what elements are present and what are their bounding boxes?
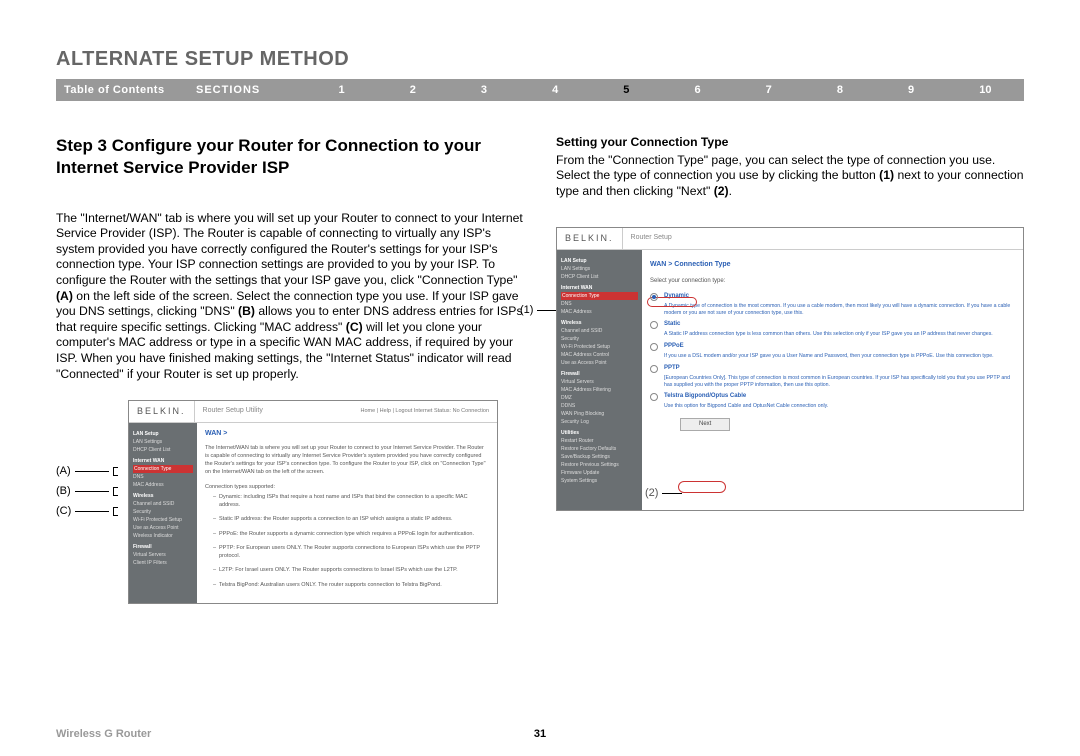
page-footer: Wireless G Router 31 <box>56 728 1024 740</box>
shot2-title: Router Setup <box>623 234 672 243</box>
screenshot-wan-overview: BELKIN. Router Setup Utility Home | Help… <box>128 400 498 604</box>
screenshot-1-wrapper: (A) (B) (C) BELKIN. Router Setup Utility… <box>56 400 524 604</box>
callout-c: (C) <box>56 504 118 518</box>
radio-dynamic[interactable] <box>650 293 658 301</box>
shot1-title: Router Setup Utility <box>195 407 263 416</box>
nav-section-7[interactable]: 7 <box>766 84 772 96</box>
nav-section-8[interactable]: 8 <box>837 84 843 96</box>
callout-1: (1) <box>520 303 557 317</box>
shot2-sidebar: LAN SetupLAN SettingsDHCP Client ListInt… <box>557 250 642 510</box>
left-column: Step 3 Configure your Router for Connect… <box>56 135 524 604</box>
shot2-main: WAN > Connection Type Select your connec… <box>642 250 1023 510</box>
nav-section-2[interactable]: 2 <box>410 84 416 96</box>
callout-b: (B) <box>56 484 118 498</box>
footer-product: Wireless G Router <box>56 728 151 740</box>
nav-section-1[interactable]: 1 <box>339 84 345 96</box>
section-nav: Table of Contents SECTIONS 1 2 3 4 5 6 7 8 9 10 <box>56 79 1024 101</box>
right-paragraph: From the "Connection Type" page, you can… <box>556 153 1024 200</box>
nav-section-6[interactable]: 6 <box>694 84 700 96</box>
nav-section-10[interactable]: 10 <box>979 84 991 96</box>
nav-toc[interactable]: Table of Contents <box>56 84 196 96</box>
radio-static[interactable] <box>650 321 658 329</box>
nav-section-4[interactable]: 4 <box>552 84 558 96</box>
callout-a: (A) <box>56 464 118 478</box>
radio-telstra-bigpond-optus-cable[interactable] <box>650 393 658 401</box>
belkin-logo: BELKIN. <box>129 401 195 422</box>
nav-sections-label: SECTIONS <box>196 84 306 96</box>
nav-section-9[interactable]: 9 <box>908 84 914 96</box>
footer-page-number: 31 <box>534 728 546 740</box>
right-subhead: Setting your Connection Type <box>556 135 1024 151</box>
highlight-ring-2 <box>678 481 726 493</box>
page-title: ALTERNATE SETUP METHOD <box>56 48 1024 71</box>
right-column: Setting your Connection Type From the "C… <box>556 135 1024 604</box>
shot1-main: WAN > The Internet/WAN tab is where you … <box>197 423 497 603</box>
nav-section-5[interactable]: 5 <box>623 84 629 96</box>
shot1-sidebar: LAN SetupLAN SettingsDHCP Client ListInt… <box>129 423 197 603</box>
screenshot-connection-type: (2) BELKIN. Router Setup LAN SetupLAN Se… <box>556 227 1024 511</box>
step-heading: Step 3 Configure your Router for Connect… <box>56 135 524 179</box>
left-paragraph: The "Internet/WAN" tab is where you will… <box>56 211 524 383</box>
belkin-logo: BELKIN. <box>557 228 623 249</box>
next-button[interactable]: Next <box>680 418 730 431</box>
callout-2: (2) <box>645 486 682 500</box>
nav-section-3[interactable]: 3 <box>481 84 487 96</box>
radio-pptp[interactable] <box>650 365 658 373</box>
shot1-status: Home | Help | Logout Internet Status: No… <box>360 408 497 415</box>
radio-pppoe[interactable] <box>650 343 658 351</box>
